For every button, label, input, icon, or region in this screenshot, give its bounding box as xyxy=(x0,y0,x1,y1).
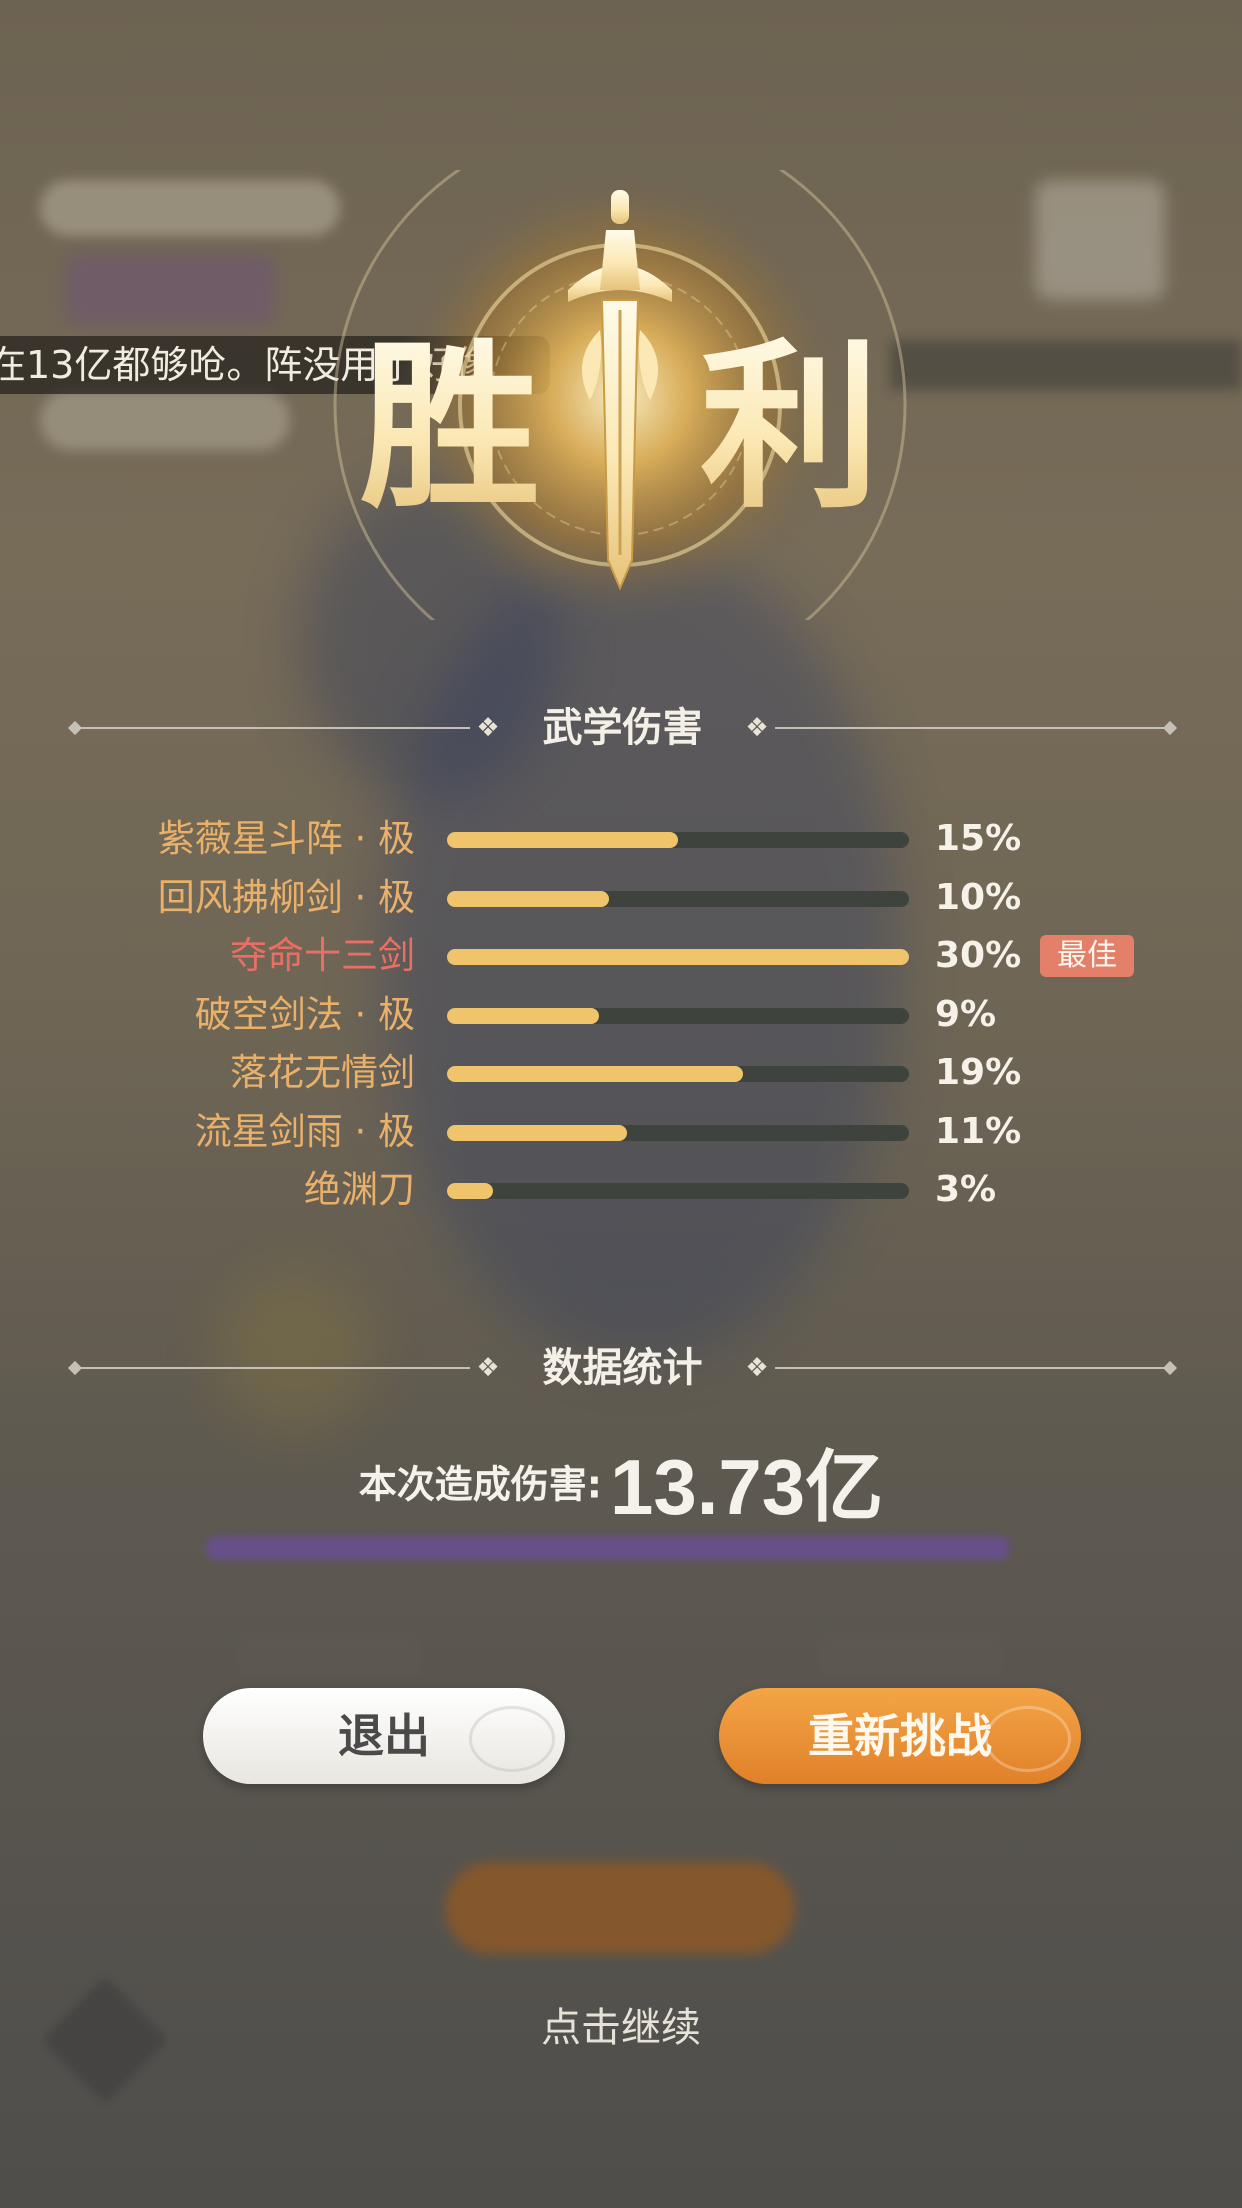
skill-name: 紫薇星斗阵 · 极 xyxy=(157,817,415,860)
background-strip-blur xyxy=(890,340,1242,390)
background-icons-blur xyxy=(65,255,275,325)
statistics-header: ❖ ❖ 数据统计 xyxy=(67,1343,1178,1393)
background-text-blur xyxy=(240,1635,420,1675)
damage-percent: 3% xyxy=(935,1169,997,1210)
damage-bar-fill xyxy=(447,1007,600,1024)
victory-title-left: 胜 xyxy=(360,324,540,533)
damage-bar-fill xyxy=(447,1183,494,1199)
damage-bar-track xyxy=(447,1124,909,1141)
damage-row: 流星剑雨 · 极 11% xyxy=(0,1103,1242,1161)
cloud-ornament-icon xyxy=(469,1706,555,1772)
total-damage-value: 13.73亿 xyxy=(610,1443,884,1531)
damage-percent: 10% xyxy=(935,876,1022,918)
background-text-blur-2 xyxy=(820,1635,1000,1675)
damage-row: 回风拂柳剑 · 极 10% xyxy=(0,869,1242,927)
damage-bar-fill xyxy=(447,1124,628,1141)
damage-row: 破空剑法 · 极 9% xyxy=(0,986,1242,1044)
tap-to-continue[interactable]: 点击继续 xyxy=(0,1995,1242,2053)
damage-bar-track xyxy=(447,832,909,848)
retry-button[interactable]: 重新挑战 xyxy=(719,1688,1081,1784)
damage-row: 紫薇星斗阵 · 极 15% xyxy=(0,810,1242,868)
total-damage: 本次造成伤害: 13.73亿 xyxy=(0,1425,1242,1537)
background-button-orange-blur xyxy=(445,1862,795,1954)
damage-percent: 11% xyxy=(935,1110,1022,1152)
cloud-ornament-icon xyxy=(985,1706,1071,1772)
damage-percent: 30% xyxy=(935,935,1022,976)
damage-bar-fill xyxy=(447,890,609,907)
background-map-icon-blur xyxy=(1035,180,1165,300)
background-progress-blur xyxy=(205,1536,1010,1560)
damage-bar-track xyxy=(447,890,909,907)
damage-bar-fill xyxy=(447,949,909,965)
damage-bar-track xyxy=(447,1007,909,1024)
skill-name: 回风拂柳剑 · 极 xyxy=(157,875,415,919)
statistics-title: 数据统计 xyxy=(542,1345,703,1391)
victory-emblem: 胜 利 xyxy=(300,118,940,692)
skill-name: 绝渊刀 xyxy=(304,1168,415,1211)
skill-name: 夺命十三剑 xyxy=(230,934,415,977)
damage-bar-fill xyxy=(447,832,678,848)
damage-percent: 15% xyxy=(935,818,1022,859)
total-damage-label: 本次造成伤害: xyxy=(358,1462,602,1507)
martial-damage-title: 武学伤害 xyxy=(542,705,703,751)
damage-row: 绝渊刀 3% xyxy=(0,1161,1242,1219)
skill-name: 落花无情剑 xyxy=(230,1051,415,1094)
exit-button-label: 退出 xyxy=(338,1709,430,1763)
damage-bar-track xyxy=(447,1066,909,1082)
martial-damage-header: ❖ ❖ 武学伤害 xyxy=(67,703,1178,753)
background-search-blur xyxy=(40,180,340,236)
skill-name: 破空剑法 · 极 xyxy=(194,992,415,1036)
damage-row: 夺命十三剑 30% 最佳 xyxy=(0,927,1242,985)
best-badge: 最佳 xyxy=(1040,935,1134,977)
damage-bar-track xyxy=(447,949,909,965)
damage-percent: 9% xyxy=(935,993,997,1035)
damage-bar-track xyxy=(447,1183,909,1199)
skill-name: 流星剑雨 · 极 xyxy=(194,1109,415,1153)
damage-bar-fill xyxy=(447,1066,743,1082)
victory-title-right: 利 xyxy=(700,324,880,533)
background-button-blur xyxy=(40,390,290,450)
damage-percent: 19% xyxy=(935,1052,1022,1093)
damage-row: 落花无情剑 19% xyxy=(0,1044,1242,1102)
exit-button[interactable]: 退出 xyxy=(203,1688,565,1784)
retry-button-label: 重新挑战 xyxy=(808,1709,992,1763)
